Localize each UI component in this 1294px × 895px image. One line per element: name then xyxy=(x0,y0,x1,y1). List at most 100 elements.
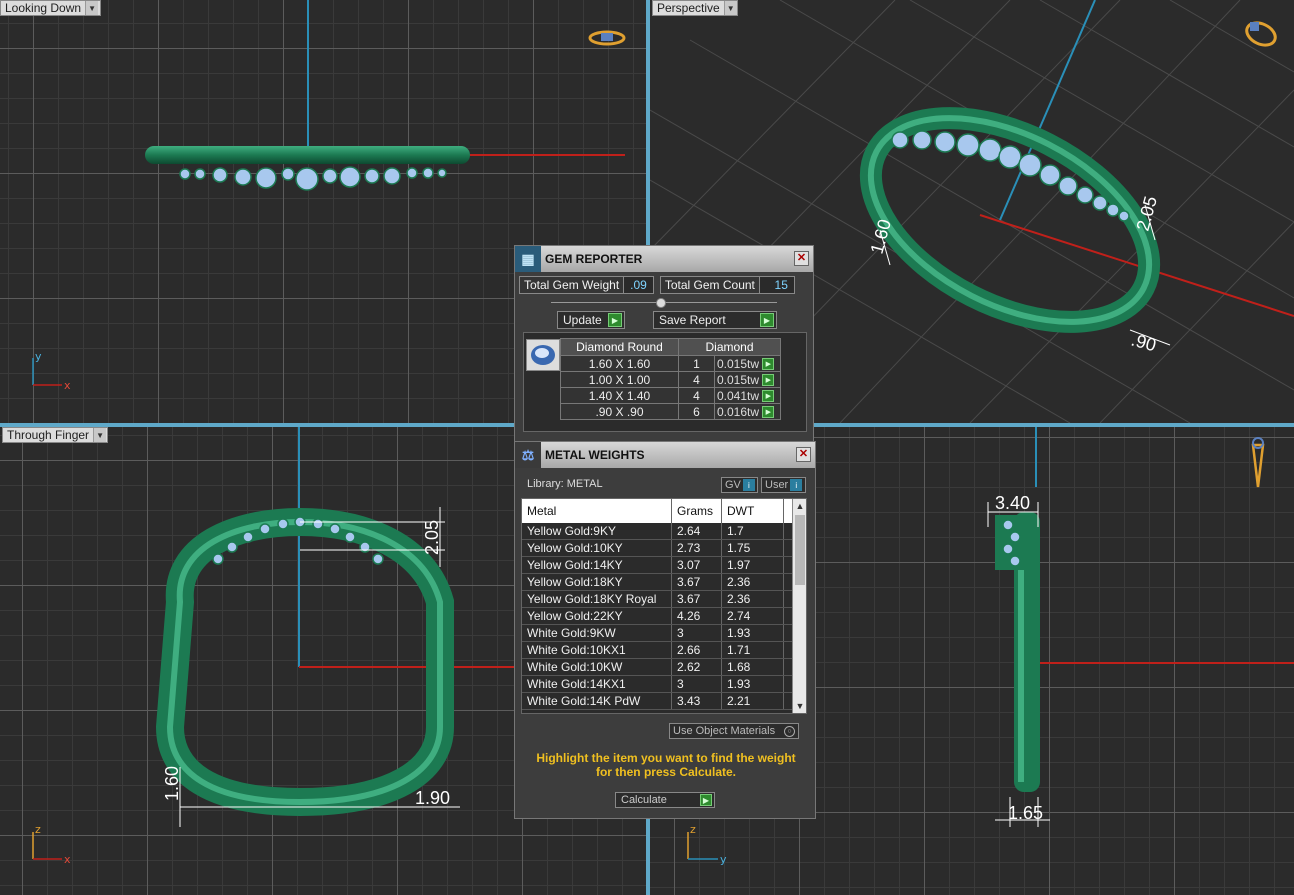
metal-name: Yellow Gold:14KY xyxy=(522,557,672,573)
table-row[interactable]: White Gold:10KX1 2.66 1.71 xyxy=(522,642,806,659)
play-arrow-icon[interactable]: ▶ xyxy=(762,406,775,419)
viewport-label-through-finger[interactable]: Through Finger ▼ xyxy=(2,427,108,443)
metal-grams: 3 xyxy=(672,625,722,641)
update-button[interactable]: Update ▶ xyxy=(557,311,625,329)
gem-actions-row: Update ▶ Save Report ▶ xyxy=(515,308,813,329)
gv-toggle-label: GV xyxy=(725,479,741,491)
axis-indicator xyxy=(687,832,718,860)
gem-stone xyxy=(259,523,271,535)
slider-handle[interactable] xyxy=(656,298,666,308)
gem-stone xyxy=(1058,176,1078,196)
viewport-label-text: Perspective xyxy=(657,1,720,15)
gv-toggle[interactable]: GV i xyxy=(721,477,758,493)
table-row[interactable]: Yellow Gold:18KY 3.67 2.36 xyxy=(522,574,806,591)
axis-label-a: z xyxy=(35,823,41,836)
metal-name: Yellow Gold:18KY Royal xyxy=(522,591,672,607)
use-object-materials-toggle[interactable]: Use Object Materials ○ xyxy=(669,723,799,739)
metal-weights-titlebar[interactable]: ⚖ METAL WEIGHTS ✕ xyxy=(515,442,815,468)
scroll-up-icon[interactable]: ▲ xyxy=(793,499,806,513)
gem-weight-cell: 0.015tw ▶ xyxy=(714,355,781,372)
metal-grams: 3.07 xyxy=(672,557,722,573)
gem-reporter-titlebar[interactable]: ▦ GEM REPORTER ✕ xyxy=(515,246,813,272)
dropdown-arrow-icon[interactable]: ▼ xyxy=(723,1,737,15)
gem-list-area: Diamond Round Diamond 1.60 X 1.60 1 0.01… xyxy=(523,332,807,432)
table-row[interactable]: Yellow Gold:14KY 3.07 1.97 xyxy=(522,557,806,574)
table-row[interactable]: White Gold:9KW 3 1.93 xyxy=(522,625,806,642)
metal-dwt: 1.7 xyxy=(722,523,784,539)
gem-row[interactable]: .90 X .90 6 0.016tw ▶ xyxy=(560,403,781,420)
table-row[interactable]: Yellow Gold:22KY 4.26 2.74 xyxy=(522,608,806,625)
dropdown-arrow-icon[interactable]: ▼ xyxy=(85,1,99,15)
gem-stone xyxy=(1018,153,1042,177)
gem-stone xyxy=(329,523,341,535)
gem-stone xyxy=(1009,555,1021,567)
metal-table[interactable]: Metal Grams DWT Yellow Gold:9KY 2.64 1.7 Y… xyxy=(521,498,807,714)
close-icon[interactable]: ✕ xyxy=(794,251,809,266)
total-gem-count-field: Total Gem Count 15 xyxy=(659,276,795,294)
table-row[interactable]: White Gold:10KW 2.62 1.68 xyxy=(522,659,806,676)
metal-name: White Gold:14K PdW xyxy=(522,693,672,709)
gem-stone xyxy=(295,167,319,191)
gem-stone xyxy=(339,166,361,188)
gem-weight: 0.041tw xyxy=(717,388,760,403)
library-label: Library: METAL xyxy=(527,478,603,490)
use-object-materials-label: Use Object Materials xyxy=(673,725,776,737)
table-row[interactable]: Yellow Gold:10KY 2.73 1.75 xyxy=(522,540,806,557)
ring-band xyxy=(145,146,470,164)
metal-grams: 2.64 xyxy=(672,523,722,539)
gem-stone xyxy=(372,553,384,565)
gem-stone xyxy=(344,531,356,543)
gem-report-icon: ▦ xyxy=(515,246,541,272)
viewport-label-perspective[interactable]: Perspective ▼ xyxy=(652,0,738,16)
user-toggle[interactable]: User i xyxy=(761,477,806,493)
gem-size: .90 X .90 xyxy=(560,403,679,420)
calculate-button[interactable]: Calculate ▶ xyxy=(615,792,715,808)
gem-reporter-panel: ▦ GEM REPORTER ✕ Total Gem Weight .09 To… xyxy=(514,245,814,443)
metal-table-scrollbar[interactable]: ▲ ▼ xyxy=(792,499,806,713)
column-header-dwt[interactable]: DWT xyxy=(722,499,784,523)
viewport-label-looking-down[interactable]: Looking Down ▼ xyxy=(0,0,101,16)
table-row[interactable]: Yellow Gold:18KY Royal 3.67 2.36 xyxy=(522,591,806,608)
gem-weight-cell: 0.015tw ▶ xyxy=(714,371,781,388)
play-arrow-icon[interactable]: ▶ xyxy=(762,390,775,403)
gem-stone xyxy=(364,168,380,184)
gem-totals-row: Total Gem Weight .09 Total Gem Count 15 xyxy=(515,272,813,298)
gem-stone xyxy=(1092,195,1108,211)
close-icon[interactable]: ✕ xyxy=(796,447,811,462)
gem-stone xyxy=(1118,210,1130,222)
gem-row[interactable]: 1.60 X 1.60 1 0.015tw ▶ xyxy=(560,355,781,372)
ring-profile xyxy=(155,507,454,817)
play-arrow-icon: ▶ xyxy=(700,794,712,806)
table-row[interactable]: Yellow Gold:9KY 2.64 1.7 xyxy=(522,523,806,540)
slider[interactable] xyxy=(551,298,777,308)
metal-weights-panel: ⚖ METAL WEIGHTS ✕ Library: METAL GV i Us… xyxy=(514,441,816,819)
save-report-button[interactable]: Save Report ▶ xyxy=(653,311,777,329)
gem-table-header-shape: Diamond Round xyxy=(560,338,679,356)
metal-dwt: 1.93 xyxy=(722,625,784,641)
axis-label-b: x xyxy=(64,379,71,392)
metal-name: White Gold:10KX1 xyxy=(522,642,672,658)
scrollbar-thumb[interactable] xyxy=(795,515,805,585)
gem-stone xyxy=(1076,186,1094,204)
dimension-label: 1.90 xyxy=(415,788,450,808)
dropdown-arrow-icon[interactable]: ▼ xyxy=(93,428,107,442)
gem-stone xyxy=(406,167,418,179)
play-arrow-icon[interactable]: ▶ xyxy=(762,358,775,371)
axis-line-blue xyxy=(999,0,1096,221)
play-arrow-icon[interactable]: ▶ xyxy=(762,374,775,387)
table-row[interactable]: White Gold:14KX1 3 1.93 xyxy=(522,676,806,693)
gem-stone xyxy=(281,167,295,181)
table-row[interactable]: White Gold:14K PdW 3.43 2.21 xyxy=(522,693,806,710)
metal-name: White Gold:14KX1 xyxy=(522,676,672,692)
scroll-down-icon[interactable]: ▼ xyxy=(793,699,806,713)
radio-icon[interactable]: ○ xyxy=(784,725,795,737)
metal-dwt: 1.68 xyxy=(722,659,784,675)
column-header-metal[interactable]: Metal xyxy=(522,499,672,523)
dimension-label: 1.60 xyxy=(867,217,895,256)
metal-dwt: 2.21 xyxy=(722,693,784,709)
metal-name: White Gold:10KW xyxy=(522,659,672,675)
gem-row[interactable]: 1.40 X 1.40 4 0.041tw ▶ xyxy=(560,387,781,404)
total-gem-count-value: 15 xyxy=(774,278,788,292)
gem-row[interactable]: 1.00 X 1.00 4 0.015tw ▶ xyxy=(560,371,781,388)
column-header-grams[interactable]: Grams xyxy=(672,499,722,523)
